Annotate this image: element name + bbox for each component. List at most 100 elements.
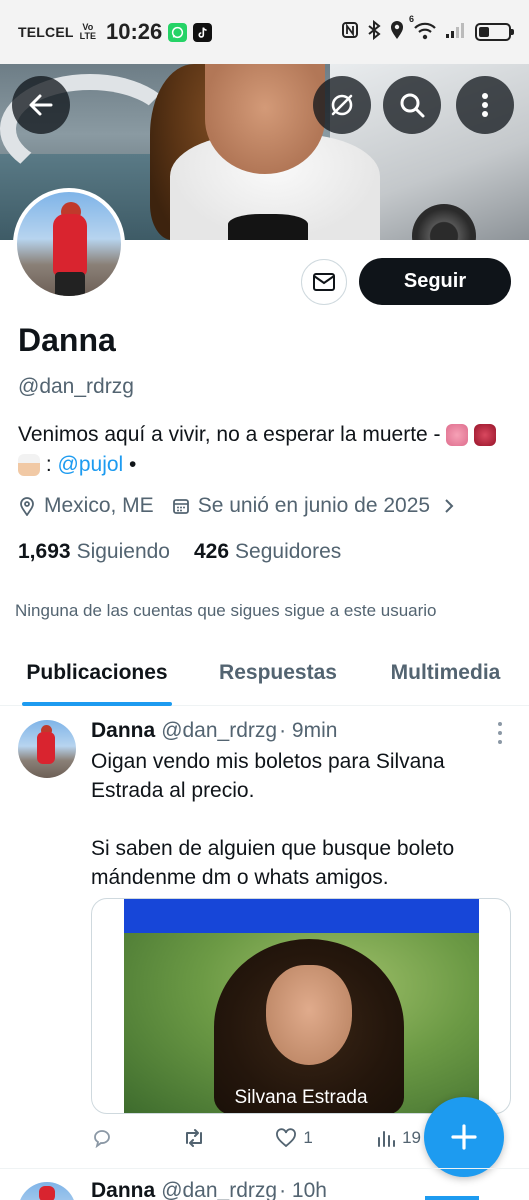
battery-icon (475, 23, 514, 41)
tab-media-label: Multimedia (390, 660, 501, 684)
tab-replies-label: Respuestas (219, 660, 337, 684)
views-count: 19 (402, 1128, 421, 1147)
tweet-more-button[interactable] (490, 722, 510, 744)
battery-fill (479, 27, 489, 37)
envelope-icon (313, 273, 335, 291)
retweet-icon (186, 1129, 203, 1147)
bio-tail: • (123, 453, 137, 476)
tab-posts[interactable]: Publicaciones (0, 640, 194, 706)
tab-media[interactable]: Multimedia (362, 640, 529, 705)
compose-button[interactable] (424, 1097, 504, 1177)
tweet-divider (0, 1168, 529, 1169)
heart-icon (276, 1128, 297, 1148)
tweet-author-handle: @dan_rdrzg (161, 719, 278, 742)
bluetooth-icon (367, 19, 381, 45)
following-link[interactable]: 1,693 Siguiendo (18, 540, 170, 564)
tab-posts-label: Publicaciones (26, 660, 168, 684)
anatomical-heart-emoji (474, 424, 497, 447)
reply-button[interactable] (91, 1128, 119, 1148)
profile-meta: Mexico, ME Se unió en junio de 2025 (18, 494, 472, 518)
tweet-actions: 1 19 (91, 1128, 421, 1148)
more-options-button[interactable] (456, 76, 514, 134)
like-button[interactable]: 1 (275, 1128, 313, 1148)
tweet-media-edge (425, 1196, 479, 1200)
signal-icon (445, 21, 467, 44)
bio-separator: : (40, 453, 58, 476)
tweet-author-name[interactable]: Danna (91, 1179, 155, 1200)
mutuals-note: Ninguna de las cuentas que sigues sigue … (15, 601, 437, 620)
wifi-label: 6 (409, 13, 415, 24)
profile-avatar[interactable] (13, 188, 125, 300)
profile-bio: Venimos aquí a vivir, no a esperar la mu… (18, 420, 513, 480)
follow-button[interactable]: Seguir (359, 258, 511, 305)
location-pin-icon (20, 497, 34, 516)
dot-icon (498, 722, 502, 726)
profile-tabs: Publicaciones Respuestas Multimedia (0, 640, 529, 706)
tweet-time: · 10h (279, 1179, 327, 1200)
tweet-paragraph: Oigan vendo mis boletos para Silvana Est… (91, 750, 445, 802)
avatar-figure (53, 214, 87, 276)
carrier-label: TELCEL (18, 24, 74, 40)
tweet-paragraph: Si saben de alguien que busque boleto má… (91, 837, 455, 889)
tweet-time: · 9min (279, 719, 338, 742)
banner-face (205, 64, 325, 174)
back-arrow-icon (29, 94, 53, 116)
tweet-author-name[interactable]: Danna (91, 719, 155, 743)
chef-emoji (18, 454, 40, 477)
volte-bottom: LTE (79, 31, 96, 41)
tweet-header: Danna @dan_rdrzg · 10h (91, 1179, 327, 1200)
grok-icon (331, 94, 353, 116)
profile-stats: 1,693 Siguiendo 426 Seguidores (18, 540, 341, 564)
following-label: Siguiendo (76, 540, 170, 563)
tiktok-icon (193, 22, 213, 42)
views-button[interactable]: 19 (376, 1128, 421, 1148)
search-button[interactable] (383, 76, 441, 134)
retweet-button[interactable] (182, 1128, 212, 1148)
location-text: Mexico, ME (44, 494, 154, 517)
tweet-header: Danna @dan_rdrzg · 9min (91, 719, 337, 743)
tab-active-indicator (22, 702, 172, 706)
following-count: 1,693 (18, 540, 71, 563)
tweet-avatar[interactable] (18, 1182, 76, 1200)
message-button[interactable] (301, 259, 347, 305)
followers-count: 426 (193, 540, 230, 563)
poster-face (266, 965, 352, 1065)
bio-mention-link[interactable]: @pujol (58, 453, 124, 476)
tweet-text: Oigan vendo mis boletos para Silvana Est… (91, 747, 511, 892)
avatar-legs (55, 272, 85, 296)
profile-joined[interactable]: Se unió en junio de 2025 (172, 494, 454, 518)
search-icon (400, 93, 425, 118)
wifi-icon: 6 (409, 14, 437, 45)
profile-handle: @dan_rdrzg (18, 375, 134, 398)
more-vertical-icon (482, 93, 488, 117)
tweet-avatar-figure (37, 732, 55, 764)
location-icon (389, 20, 405, 45)
dot-icon (498, 740, 502, 744)
tweet-media[interactable]: Silvana Estrada (91, 898, 511, 1114)
tweet-avatar[interactable] (18, 720, 76, 778)
clock: 10:26 (106, 19, 163, 44)
dot-icon (498, 731, 502, 735)
grok-button[interactable] (313, 76, 371, 134)
followers-link[interactable]: 426 Seguidores (194, 540, 341, 564)
analytics-icon (378, 1131, 396, 1147)
chevron-right-icon (445, 499, 454, 513)
like-count: 1 (303, 1128, 313, 1147)
followers-label: Seguidores (235, 540, 342, 563)
tweet-author-handle: @dan_rdrzg (161, 1179, 278, 1200)
nfc-icon (341, 21, 359, 44)
back-button[interactable] (12, 76, 70, 134)
profile-location: Mexico, ME (18, 494, 154, 518)
plus-icon (451, 1124, 477, 1150)
status-bar: TELCEL Vo LTE 10:26 6 (0, 0, 529, 64)
tweet-avatar-figure (39, 1186, 55, 1200)
poster-top-bar (124, 899, 479, 933)
tab-replies[interactable]: Respuestas (194, 640, 362, 705)
profile-name: Danna (18, 322, 116, 358)
reply-icon (94, 1130, 110, 1148)
banner-top (228, 214, 308, 240)
whatsapp-icon (168, 22, 188, 42)
joined-text: Se unió en junio de 2025 (197, 494, 431, 517)
calendar-icon (172, 499, 189, 514)
volte-indicator: Vo LTE (80, 23, 96, 41)
